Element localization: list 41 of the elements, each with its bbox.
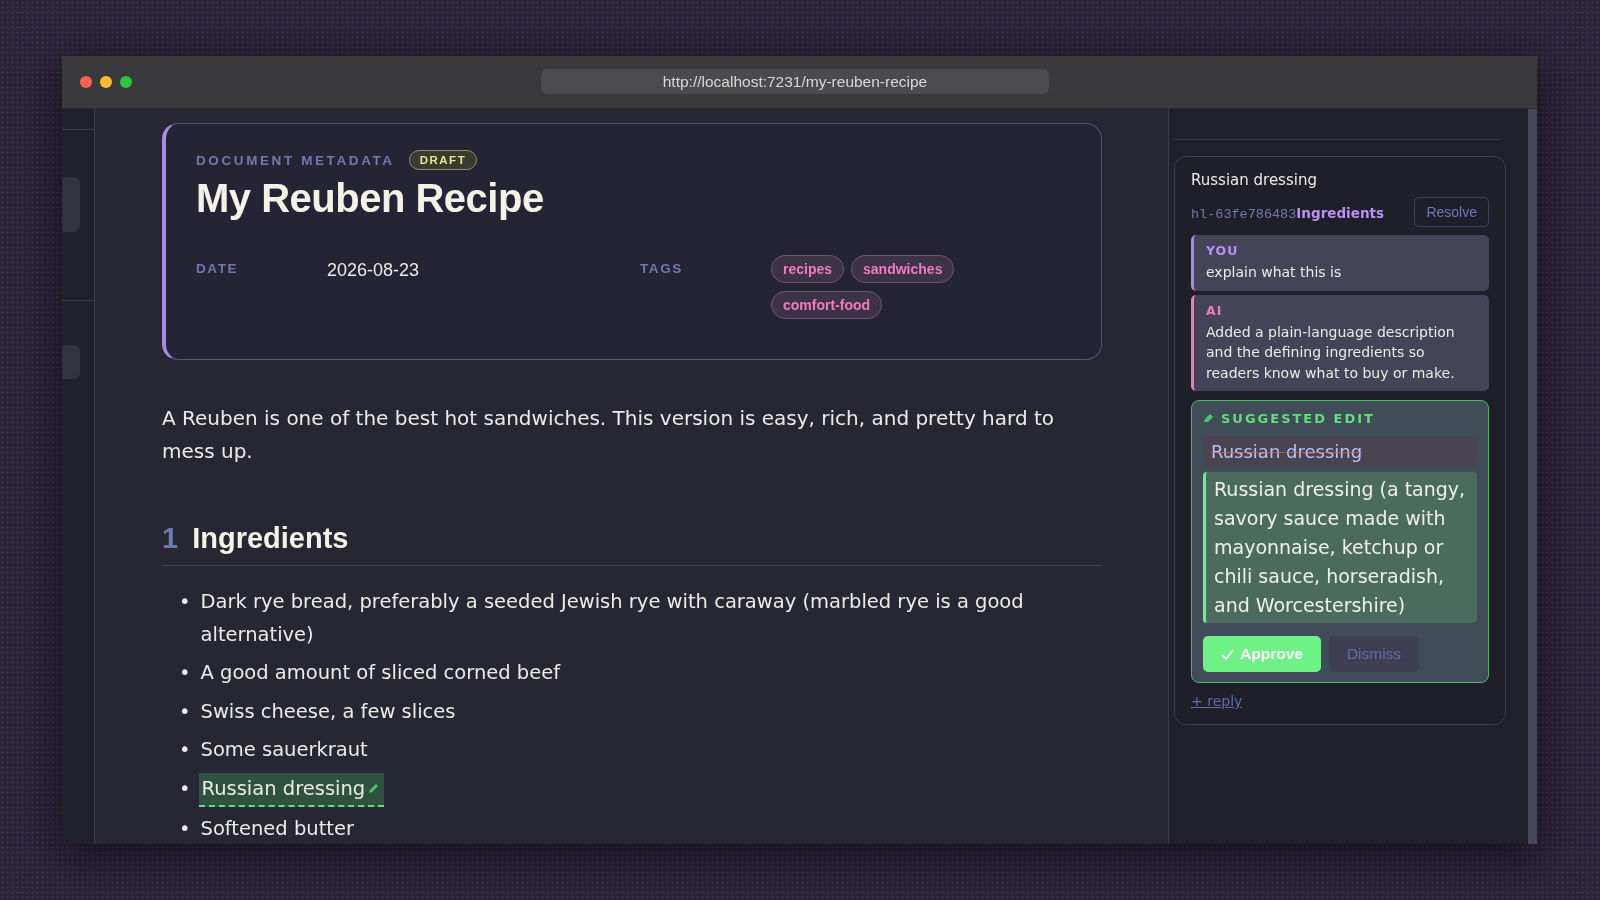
tag-chip[interactable]: comfort-food	[771, 291, 883, 319]
comment-author: AI	[1206, 302, 1224, 318]
resolve-button[interactable]: Resolve	[1414, 197, 1489, 227]
list-item-text: Swiss cheese, a few slices	[200, 698, 456, 725]
field-label: TAGS	[640, 260, 684, 276]
comment-author: YOU	[1206, 243, 1240, 258]
list-item-text: Dark rye bread, preferably a seeded Jewish rye with caraway (marbled rye is a good alternative)	[200, 589, 1025, 648]
highlighted-text[interactable]: Russian dressing	[198, 772, 385, 807]
minimize-button[interactable]	[100, 76, 112, 88]
document-title: My Reuben Recipe	[196, 176, 545, 221]
list-item-text: Softened butter	[200, 816, 354, 842]
bullet: •	[179, 660, 191, 686]
bullet: •	[179, 737, 191, 763]
comment-text: Added a plain-language description and the defining ingredients so readers know what to buy or make.	[1206, 322, 1456, 383]
reply-link[interactable]: + reply	[1191, 693, 1243, 709]
field-label: DATE	[196, 260, 240, 276]
close-button[interactable]	[80, 76, 92, 88]
bullet: •	[179, 816, 191, 842]
pencil-icon	[1203, 413, 1216, 424]
added-text: Russian dressing (a tangy, savory sauce made with mayonnaise, ketchup or chili sauce, horseradish, and Worcestershire)	[1203, 472, 1477, 623]
address-bar[interactable]: http://localhost:7231/my-reuben-recipe	[541, 69, 1049, 94]
list-item-text: A good amount of sliced corned beef	[200, 660, 561, 686]
check-icon	[1221, 648, 1234, 660]
bullet: •	[179, 775, 191, 802]
tag-chip[interactable]: sandwiches	[851, 255, 955, 283]
intro-paragraph: A Reuben is one of the best hot sandwiches. This version is easy, rich, and pretty hard to mess up.	[162, 405, 1056, 465]
section-number: 1	[162, 522, 179, 555]
field-value: 2026-08-23	[327, 259, 421, 281]
maximize-button[interactable]	[120, 76, 132, 88]
section-heading: Ingredients	[192, 522, 349, 555]
bullet: •	[179, 698, 191, 725]
section-label: DOCUMENT METADATA	[196, 152, 395, 168]
comment-text: explain what this is	[1206, 263, 1343, 282]
suggestion-label: SUGGESTED EDIT	[1221, 411, 1375, 426]
highlight-id: hl-63fe786483	[1191, 206, 1297, 222]
highlight-quote: Russian dressing	[1191, 171, 1318, 189]
section-link[interactable]: Ingredients	[1296, 204, 1384, 221]
list-item-text: Some sauerkraut	[200, 737, 368, 763]
tag-chip[interactable]: recipes	[771, 255, 845, 283]
bullet: •	[179, 589, 191, 615]
status-badge: DRAFT	[408, 150, 478, 170]
